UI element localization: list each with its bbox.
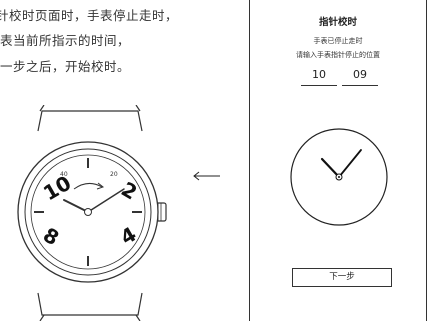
next-button[interactable]: 下一步 [292, 268, 392, 287]
lug-top [37, 110, 143, 132]
minute-input[interactable]: 09 [342, 68, 378, 81]
hand-pivot [84, 208, 92, 216]
clock-dial[interactable] [287, 125, 391, 229]
status-text: 手表已停止走时 [313, 37, 363, 45]
strap-bottom [39, 314, 141, 321]
lug-bottom [37, 292, 143, 316]
phone-screen: 指针校时 手表已停止走时 请输入手表指针停止的位置 10 09 下一步 [249, 0, 427, 321]
subdial-number-20: 20 [110, 171, 118, 178]
left-arrow-icon [193, 171, 220, 181]
strap-top [39, 105, 141, 112]
page-title: 指针校时 [318, 17, 357, 28]
instruction-line-3: 一步之后，开始校时。 [0, 59, 131, 74]
hour-input[interactable]: 10 [301, 68, 337, 81]
hour-input-underline [301, 85, 337, 86]
watch-illustration: 20 40 10 2 4 8 [17, 105, 167, 321]
minute-input-underline [342, 85, 378, 86]
instruction-line-1: 针校时页面时，手表停止走时， [0, 8, 179, 23]
instruction-line-2: 表当前所指示的时间， [0, 33, 131, 48]
prompt-text: 请输入手表指针停止的位置 [296, 51, 380, 59]
